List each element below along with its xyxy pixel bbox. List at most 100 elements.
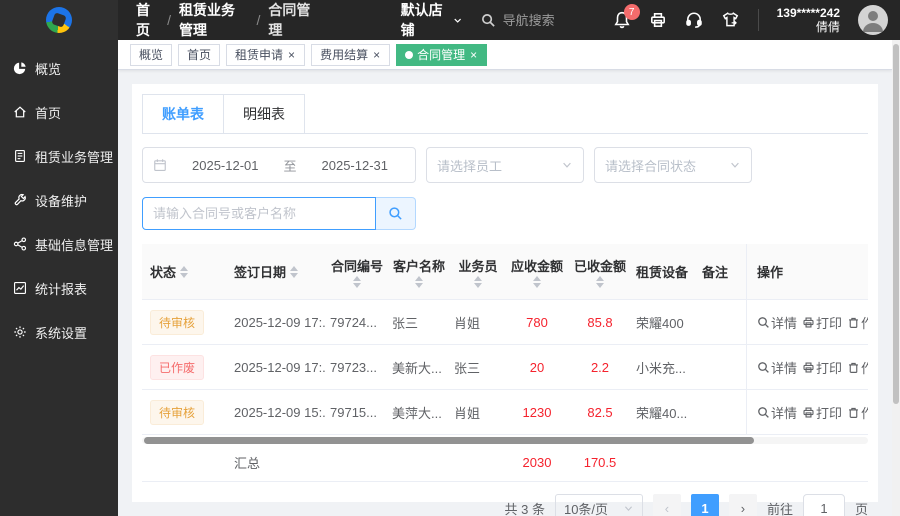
employee-select[interactable]: 请选择员工 — [426, 147, 584, 183]
void-button[interactable]: 作废 — [847, 313, 868, 332]
column-header-sign-date[interactable]: 签订日期 — [230, 260, 326, 283]
sort-caret-icon[interactable] — [353, 275, 361, 288]
tag-overview[interactable]: 概览 — [130, 43, 173, 66]
page-size-select[interactable]: 10条/页 — [554, 494, 643, 516]
contract-status-placeholder: 请选择合同状态 — [605, 158, 697, 174]
sidebar-item-basic-info[interactable]: 基础信息管理 — [0, 222, 118, 266]
tag-home[interactable]: 首页 — [178, 43, 221, 66]
close-icon[interactable]: × — [372, 49, 381, 61]
avatar[interactable] — [858, 5, 888, 35]
column-header-status[interactable]: 状态 — [142, 260, 230, 283]
printer-icon — [803, 316, 814, 328]
theme-skin-button[interactable] — [721, 11, 740, 29]
summary-row: 汇总 2030 170.5 — [142, 444, 868, 482]
print-row-button[interactable]: 打印 — [802, 313, 842, 332]
receivable-cell: 20 — [529, 359, 545, 375]
status-badge: 待审核 — [150, 309, 205, 335]
column-header-receivable[interactable]: 应收金额 — [506, 254, 568, 290]
tag-contract-management[interactable]: 合同管理 × — [396, 43, 488, 66]
column-header-actions: 操作 — [746, 244, 868, 299]
sidebar-item-overview[interactable]: 概览 — [0, 46, 118, 90]
sort-caret-icon[interactable] — [415, 275, 423, 288]
store-selector[interactable]: 默认店铺 — [401, 0, 463, 40]
column-header-contract-no[interactable]: 合同编号 — [326, 254, 388, 290]
tag-fee-settlement[interactable]: 费用结算 × — [311, 43, 391, 66]
column-header-received[interactable]: 已收金额 — [568, 254, 632, 290]
nav-search[interactable] — [481, 12, 613, 28]
contract-no-cell: 79723... — [330, 359, 377, 375]
column-header-customer[interactable]: 客户名称 — [388, 254, 450, 290]
next-page-button[interactable]: › — [728, 494, 757, 516]
breadcrumb-home[interactable]: 首页 — [136, 0, 159, 40]
remark-cell — [698, 320, 746, 324]
sidebar-item-reports[interactable]: 统计报表 — [0, 266, 118, 310]
wrench-icon — [14, 193, 26, 206]
calendar-icon — [154, 159, 166, 171]
date-end-value[interactable]: 2025-12-31 — [305, 158, 406, 173]
tag-rental-apply[interactable]: 租赁申请 × — [226, 43, 306, 66]
contract-search-input[interactable] — [142, 197, 376, 230]
notification-badge: 7 — [623, 4, 640, 20]
line-chart-icon — [14, 282, 26, 294]
sort-caret-icon[interactable] — [289, 265, 298, 278]
prev-page-button[interactable]: ‹ — [652, 494, 681, 516]
sort-caret-icon[interactable] — [533, 275, 541, 288]
date-range-picker[interactable]: 2025-12-01 至 2025-12-31 — [142, 147, 416, 183]
tab-bill-table[interactable]: 账单表 — [142, 94, 224, 133]
sidebar-item-home[interactable]: 首页 — [0, 90, 118, 134]
sidebar-item-label: 租赁业务管理 — [35, 149, 114, 165]
status-cell: 待审核 — [142, 308, 230, 337]
sidebar-item-label: 基础信息管理 — [35, 237, 114, 253]
date-start-value[interactable]: 2025-12-01 — [175, 158, 276, 173]
print-row-button[interactable]: 打印 — [802, 403, 842, 422]
pagination: 共 3 条 10条/页 ‹ 1 › 前往 页 — [142, 494, 868, 516]
tag-label: 首页 — [187, 48, 212, 62]
contract-no-cell: 79724... — [330, 314, 377, 330]
logo-box[interactable] — [0, 0, 118, 40]
nav-search-input[interactable] — [502, 12, 613, 28]
sort-caret-icon[interactable] — [596, 275, 604, 288]
status-cell: 待审核 — [142, 398, 230, 427]
print-row-button[interactable]: 打印 — [802, 358, 842, 377]
horizontal-scrollbar — [142, 437, 868, 444]
app-logo-icon — [46, 7, 72, 33]
void-button[interactable]: 作废 — [847, 403, 868, 422]
horizontal-scrollbar-thumb[interactable] — [144, 437, 754, 444]
close-icon[interactable]: × — [287, 49, 296, 61]
goto-page-input[interactable] — [802, 494, 845, 516]
search-button[interactable] — [376, 197, 416, 230]
sidebar-item-rental-management[interactable]: 租赁业务管理 — [0, 134, 118, 178]
vertical-scrollbar-thumb[interactable] — [893, 44, 899, 404]
support-button[interactable] — [685, 11, 703, 29]
remark-cell — [698, 365, 746, 369]
topbar-actions: 7 139*****242 倩倩 — [613, 4, 900, 35]
print-button[interactable] — [649, 11, 667, 29]
detail-button[interactable]: 详情 — [757, 313, 797, 332]
salesman-cell: 张三 — [454, 360, 481, 376]
breadcrumb-rental-management[interactable]: 租赁业务管理 — [179, 0, 248, 40]
sidebar-item-settings[interactable]: 系统设置 — [0, 310, 118, 354]
sidebar-item-device-maintenance[interactable]: 设备维护 — [0, 178, 118, 222]
actions-cell: 详情 打印 作废 — [746, 345, 868, 389]
column-header-remark: 备注 — [702, 265, 729, 280]
sort-caret-icon[interactable] — [179, 265, 188, 278]
magnifier-icon — [758, 406, 769, 418]
contract-status-select[interactable]: 请选择合同状态 — [594, 147, 752, 183]
column-header-salesman[interactable]: 业务员 — [450, 254, 506, 290]
total-count: 共 3 条 — [504, 501, 545, 516]
actions-cell: 详情 打印 作废 — [746, 390, 868, 434]
page-number-1[interactable]: 1 — [690, 494, 719, 516]
tab-detail-table[interactable]: 明细表 — [224, 94, 305, 133]
detail-button[interactable]: 详情 — [757, 358, 797, 377]
sign-date-cell: 2025-12-09 17:... — [234, 359, 326, 375]
detail-button[interactable]: 详情 — [757, 403, 797, 422]
device-cell: 荣耀40... — [636, 405, 688, 421]
user-info: 139*****242 倩倩 — [777, 6, 840, 34]
notification-bell-button[interactable]: 7 — [613, 4, 640, 29]
date-separator: 至 — [283, 158, 297, 174]
summary-receivable: 2030 — [522, 455, 552, 470]
close-icon[interactable]: × — [469, 49, 478, 61]
sort-caret-icon[interactable] — [474, 275, 482, 288]
void-button[interactable]: 作废 — [847, 358, 868, 377]
sidebar-item-label: 概览 — [35, 61, 62, 77]
